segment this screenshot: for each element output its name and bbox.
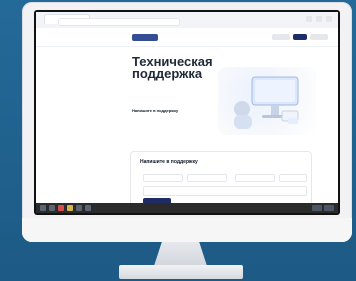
- address-bar[interactable]: [58, 18, 180, 26]
- header-link[interactable]: [310, 34, 328, 40]
- select-input[interactable]: [279, 174, 307, 182]
- header-button[interactable]: [293, 34, 307, 40]
- site-logo[interactable]: [132, 34, 158, 41]
- browser-screen: Техническая поддержка Напишите в поддерж…: [36, 12, 338, 213]
- monitor-stand-base: [119, 265, 243, 279]
- tray-icons[interactable]: [312, 205, 322, 211]
- system-tray: [312, 205, 334, 211]
- taskbar: [36, 203, 338, 213]
- taskbar-icons: [40, 205, 91, 211]
- start-icon[interactable]: [40, 205, 46, 211]
- app-icon[interactable]: [85, 205, 91, 211]
- window-controls[interactable]: [306, 16, 332, 22]
- contacts-heading: Напишите в поддержку: [132, 108, 179, 113]
- header-link[interactable]: [272, 34, 290, 40]
- minimize-icon[interactable]: [306, 16, 312, 22]
- form-title: Напишите в поддержку: [140, 159, 198, 165]
- maximize-icon[interactable]: [316, 16, 322, 22]
- app-icon[interactable]: [58, 205, 64, 211]
- support-illustration: [218, 67, 316, 135]
- app-icon[interactable]: [76, 205, 82, 211]
- search-icon[interactable]: [49, 205, 55, 211]
- phone-input[interactable]: [187, 174, 227, 182]
- browser-chrome: [36, 12, 338, 29]
- support-illustration-svg: [234, 76, 299, 129]
- monitor: Техническая поддержка Напишите в поддерж…: [22, 2, 352, 242]
- monitor-bezel: Техническая поддержка Напишите в поддерж…: [34, 10, 340, 215]
- site-header: [36, 28, 338, 47]
- header-actions: [272, 34, 328, 40]
- monitor-chin: [22, 218, 352, 242]
- message-textarea[interactable]: [143, 186, 307, 196]
- folder-icon[interactable]: [67, 205, 73, 211]
- clock: [324, 205, 334, 211]
- email-input[interactable]: [235, 174, 275, 182]
- name-input[interactable]: [143, 174, 183, 182]
- close-icon[interactable]: [326, 16, 332, 22]
